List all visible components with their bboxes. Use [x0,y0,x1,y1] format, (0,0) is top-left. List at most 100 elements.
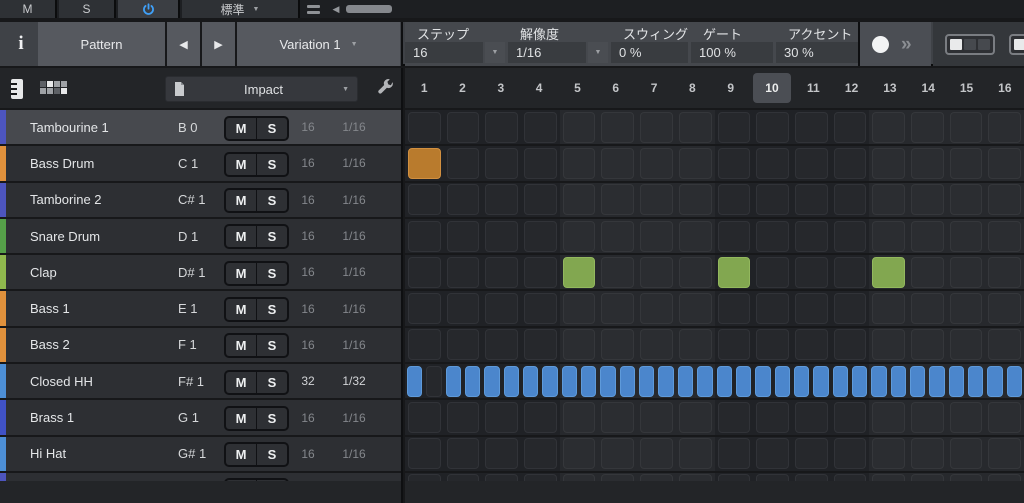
step-cell[interactable] [872,148,905,179]
mute-button[interactable]: M [226,118,256,139]
step-cell[interactable] [524,438,557,469]
step-cell[interactable] [523,366,538,397]
mute-button[interactable]: M [226,408,256,429]
lane-row[interactable]: Tambourine 1 B 0 M S 16 1/16 [0,110,401,146]
instrument-selector[interactable]: Impact ▼ [165,76,358,102]
step-cell[interactable] [794,366,809,397]
step-cell[interactable] [736,366,751,397]
solo-button[interactable]: S [257,335,287,356]
step-cell[interactable] [485,257,518,288]
step-column-number[interactable]: 3 [482,68,520,108]
step-cell[interactable] [988,402,1021,433]
step-cell[interactable] [601,184,634,215]
lane-resolution[interactable]: 1/16 [334,291,374,325]
step-cell[interactable] [601,148,634,179]
step-cell[interactable] [795,221,828,252]
step-column-number[interactable]: 7 [635,68,673,108]
step-cell[interactable] [813,366,828,397]
step-cell[interactable] [756,257,789,288]
wrench-icon[interactable] [377,79,395,97]
step-cell[interactable] [911,329,944,360]
lane-resolution[interactable]: 1/16 [334,400,374,434]
collapse-left-icon[interactable]: ◀ [327,0,345,18]
lane-resolution[interactable]: 1/32 [334,364,374,398]
step-cell[interactable] [446,366,461,397]
step-cell[interactable] [640,402,673,433]
step-cell[interactable] [988,329,1021,360]
mute-button[interactable]: M [226,263,256,284]
step-cell[interactable] [987,366,1002,397]
step-cell[interactable] [834,329,867,360]
step-cell[interactable] [640,438,673,469]
step-cell[interactable] [679,474,712,481]
step-cell[interactable] [408,257,441,288]
step-cell[interactable] [640,329,673,360]
step-column-number[interactable]: 6 [597,68,635,108]
step-cell[interactable] [756,329,789,360]
step-cell[interactable] [871,366,886,397]
step-cell[interactable] [408,112,441,143]
solo-button[interactable]: S [257,118,287,139]
step-cell[interactable] [795,148,828,179]
parameter-value[interactable]: 0 % [611,42,688,63]
step-cell[interactable] [834,257,867,288]
step-cell[interactable] [484,366,499,397]
step-cell[interactable] [950,293,983,324]
step-column-number[interactable]: 4 [520,68,558,108]
step-cell[interactable] [988,474,1021,481]
step-cell[interactable] [524,148,557,179]
lane-resolution[interactable]: 1/16 [334,146,374,180]
lane-step-count[interactable]: 16 [292,110,324,144]
step-cell[interactable] [756,402,789,433]
lane-step-count[interactable]: 16 [292,219,324,253]
step-cell[interactable] [988,148,1021,179]
step-cell[interactable] [408,474,441,481]
step-column-number[interactable]: 15 [947,68,985,108]
step-cell[interactable] [950,438,983,469]
step-cell[interactable] [950,329,983,360]
step-cell[interactable] [911,112,944,143]
step-cell[interactable] [524,221,557,252]
step-cell[interactable] [408,329,441,360]
step-cell[interactable] [795,438,828,469]
step-cell[interactable] [929,366,944,397]
chevron-down-icon[interactable]: ▼ [485,42,505,63]
step-cell[interactable] [988,257,1021,288]
solo-button[interactable]: S [257,444,287,465]
step-cell[interactable] [485,221,518,252]
solo-button[interactable]: S [257,226,287,247]
step-cell[interactable] [524,257,557,288]
lane-list-icon[interactable] [10,79,24,99]
step-cell[interactable] [872,474,905,481]
parameter-value[interactable]: 1/16 [508,42,586,63]
step-cell[interactable] [447,402,480,433]
step-cell[interactable] [834,402,867,433]
step-cell[interactable] [968,366,983,397]
step-cell[interactable] [485,402,518,433]
step-cell[interactable] [524,474,557,481]
step-column-number[interactable]: 2 [443,68,481,108]
lane-step-count[interactable]: 16 [292,328,324,362]
lane-row[interactable]: Bass 2 F 1 M S 16 1/16 [0,328,401,364]
step-cell[interactable] [756,293,789,324]
solo-button[interactable]: S [257,263,287,284]
lane-resolution[interactable]: 1/16 [334,437,374,471]
parameter-value[interactable]: 16 [405,42,483,63]
double-chevron-button[interactable]: » [901,35,910,54]
step-cell[interactable] [718,438,751,469]
step-cell[interactable] [795,329,828,360]
next-variation-button[interactable]: ▶ [202,22,235,66]
chevron-down-icon[interactable]: ▼ [588,42,608,63]
step-cell[interactable] [950,184,983,215]
step-cell[interactable] [485,112,518,143]
step-cell[interactable] [679,293,712,324]
pattern-button[interactable]: Pattern [38,22,165,66]
mute-button[interactable]: M [226,480,256,481]
step-cell[interactable] [485,293,518,324]
step-cell[interactable] [795,402,828,433]
mute-button[interactable]: M [226,372,256,393]
step-cell[interactable] [408,221,441,252]
step-cell[interactable] [718,293,751,324]
step-cell[interactable] [524,184,557,215]
step-cell[interactable] [950,402,983,433]
